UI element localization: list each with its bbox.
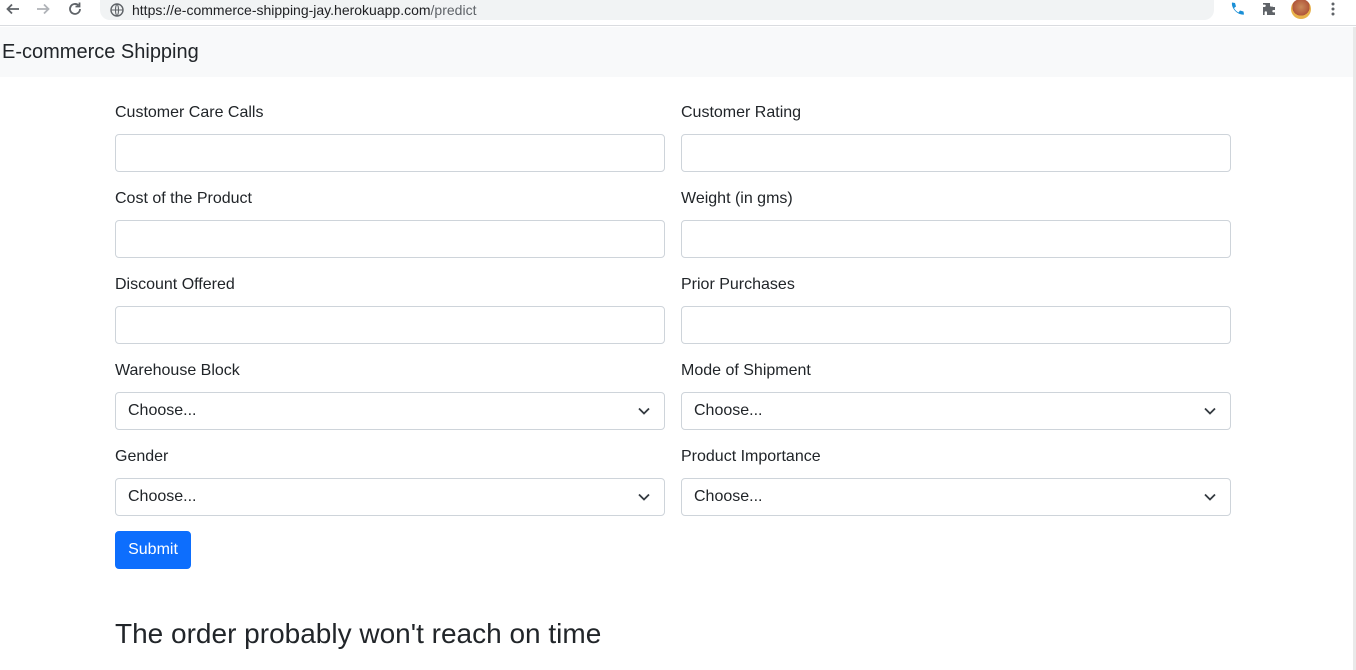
warehouse-block-select[interactable]: Choose... bbox=[115, 392, 665, 430]
profile-avatar[interactable] bbox=[1290, 0, 1312, 19]
customer-rating-group: Customer Rating bbox=[681, 102, 1231, 172]
mode-of-shipment-group: Mode of Shipment Choose... bbox=[681, 360, 1231, 430]
customer-care-calls-group: Customer Care Calls bbox=[115, 102, 665, 172]
gender-label: Gender bbox=[115, 448, 169, 465]
product-importance-label: Product Importance bbox=[681, 448, 821, 465]
discount-offered-label: Discount Offered bbox=[115, 276, 235, 293]
customer-rating-input[interactable] bbox=[681, 134, 1231, 172]
customer-rating-label: Customer Rating bbox=[681, 104, 802, 121]
product-importance-select[interactable]: Choose... bbox=[681, 478, 1231, 516]
weight-input[interactable] bbox=[681, 220, 1231, 258]
reload-icon[interactable] bbox=[64, 0, 86, 18]
avatar bbox=[1291, 0, 1311, 19]
product-importance-selected: Choose... bbox=[694, 488, 763, 505]
prior-purchases-label: Prior Purchases bbox=[681, 276, 795, 293]
gender-group: Gender Choose... bbox=[115, 446, 665, 516]
submit-button[interactable]: Submit bbox=[115, 531, 191, 569]
mode-of-shipment-label: Mode of Shipment bbox=[681, 362, 811, 379]
customer-care-calls-label: Customer Care Calls bbox=[115, 104, 264, 121]
customer-care-calls-input[interactable] bbox=[115, 134, 665, 172]
kebab-menu-icon[interactable] bbox=[1326, 0, 1340, 18]
weight-label: Weight (in gms) bbox=[681, 190, 793, 207]
warehouse-block-selected: Choose... bbox=[128, 402, 197, 419]
weight-group: Weight (in gms) bbox=[681, 188, 1231, 258]
chevron-down-icon bbox=[1202, 489, 1218, 505]
cost-of-product-label: Cost of the Product bbox=[115, 190, 252, 207]
browser-toolbar: https://e-commerce-shipping-jay.herokuap… bbox=[0, 0, 1356, 26]
warehouse-block-group: Warehouse Block Choose... bbox=[115, 360, 665, 430]
back-icon[interactable] bbox=[2, 0, 24, 18]
address-bar[interactable]: https://e-commerce-shipping-jay.herokuap… bbox=[100, 0, 1214, 20]
navbar: E-commerce Shipping bbox=[0, 27, 1356, 77]
prior-purchases-input[interactable] bbox=[681, 306, 1231, 344]
cost-of-product-input[interactable] bbox=[115, 220, 665, 258]
chevron-down-icon bbox=[1202, 403, 1218, 419]
cost-of-product-group: Cost of the Product bbox=[115, 188, 665, 258]
prediction-result: The order probably won't reach on time bbox=[115, 618, 602, 649]
discount-offered-group: Discount Offered bbox=[115, 274, 665, 344]
mode-of-shipment-select[interactable]: Choose... bbox=[681, 392, 1231, 430]
mode-of-shipment-selected: Choose... bbox=[694, 402, 763, 419]
forward-icon[interactable] bbox=[32, 0, 54, 18]
chevron-down-icon bbox=[636, 403, 652, 419]
prior-purchases-group: Prior Purchases bbox=[681, 274, 1231, 344]
url-path: /predict bbox=[430, 2, 477, 18]
extensions-icon[interactable] bbox=[1260, 0, 1278, 18]
warehouse-block-label: Warehouse Block bbox=[115, 362, 240, 379]
globe-icon bbox=[110, 3, 124, 17]
navbar-brand[interactable]: E-commerce Shipping bbox=[2, 41, 199, 64]
url-text: https://e-commerce-shipping-jay.herokuap… bbox=[132, 2, 476, 18]
url-main: https://e-commerce-shipping-jay.herokuap… bbox=[132, 2, 431, 18]
gender-select[interactable]: Choose... bbox=[115, 478, 665, 516]
gender-selected: Choose... bbox=[128, 488, 197, 505]
product-importance-group: Product Importance Choose... bbox=[681, 446, 1231, 516]
discount-offered-input[interactable] bbox=[115, 306, 665, 344]
phone-icon[interactable] bbox=[1228, 0, 1246, 18]
chevron-down-icon bbox=[636, 489, 652, 505]
